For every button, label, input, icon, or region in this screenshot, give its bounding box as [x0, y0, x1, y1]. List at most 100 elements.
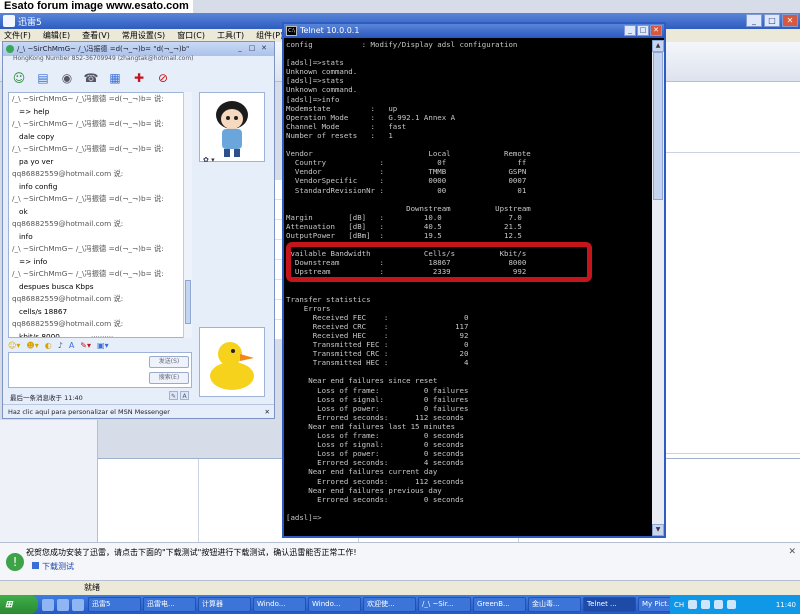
- my-avatar[interactable]: [199, 327, 265, 397]
- console-line: Number of resets : 1: [286, 130, 393, 140]
- taskbar-button[interactable]: 欢迎使...: [363, 597, 416, 612]
- minimize-icon[interactable]: _: [746, 14, 762, 27]
- console-line: Loss of power: 0 failures: [286, 403, 469, 413]
- minimize-icon[interactable]: _: [624, 25, 636, 36]
- emoticon-icon[interactable]: ☺▾: [8, 341, 20, 350]
- minimize-icon[interactable]: _: [235, 44, 245, 53]
- chat-scrollbar[interactable]: [183, 92, 192, 338]
- ie-icon[interactable]: [42, 598, 54, 611]
- antivirus-icon[interactable]: [714, 600, 724, 609]
- console-line: Unknown command.: [286, 85, 358, 95]
- tip-bar: ! 祝贺您成功安装了迅雷，请点击下面的"下载测试"按钮进行下载测试，确认迅雷能否…: [0, 542, 800, 580]
- console-line: [adsl]=>: [286, 512, 322, 522]
- console-line: Margin [dB] : 10.0 7.0: [286, 212, 522, 222]
- chat-sender: /_\ ~SirChMmG~ /_\冯振德 =d(¬_¬)b= 说:: [12, 244, 164, 253]
- telnet-titlebar[interactable]: C:\ Telnet 10.0.0.1 _ □ ✕: [284, 24, 664, 38]
- handwriting-icon[interactable]: ✎: [169, 391, 178, 400]
- console-line: Received CRC : 117: [286, 321, 469, 331]
- contact-avatar[interactable]: [199, 92, 265, 162]
- maximize-icon[interactable]: □: [637, 25, 649, 36]
- close-icon[interactable]: ✕: [782, 14, 798, 27]
- footer-close-icon[interactable]: ✕: [265, 405, 270, 419]
- send-file-icon[interactable]: ▤: [35, 70, 51, 86]
- msn-titlebar[interactable]: /_\ ~SirChMmG~ /_\冯振德 =d(¬_¬)b= "d(¬_¬)b…: [3, 42, 274, 56]
- console-scrollbar[interactable]: ▲ ▼: [652, 40, 664, 536]
- font-icon[interactable]: A: [69, 341, 74, 350]
- chat-message: despues busca Kbps: [19, 281, 94, 291]
- messenger-tray-icon[interactable]: [727, 600, 737, 609]
- avatar-options-icon[interactable]: ✿ ▾: [203, 156, 215, 164]
- text-mode-icon[interactable]: A: [180, 391, 189, 400]
- nudge-icon[interactable]: ◐: [45, 341, 52, 350]
- taskbar-button[interactable]: 迅雷电...: [143, 597, 196, 612]
- send-button[interactable]: 发送(S): [149, 356, 189, 368]
- taskbar-button[interactable]: /_\ ~Sir...: [418, 597, 471, 612]
- taskbar-button[interactable]: 金山毒...: [528, 597, 581, 612]
- console-line: Transfer statistics: [286, 294, 371, 304]
- voice-clip-icon[interactable]: ♪: [58, 341, 63, 350]
- games-icon[interactable]: ✚: [131, 70, 147, 86]
- console-line: Loss of signal: 0 failures: [286, 394, 469, 404]
- close-icon[interactable]: ✕: [259, 44, 269, 53]
- block-icon[interactable]: ⊘: [155, 70, 171, 86]
- invite-contact-icon[interactable]: ☺: [11, 70, 27, 86]
- chat-sender: /_\ ~SirChMmG~ /_\冯振德 =d(¬_¬)b= 说:: [12, 119, 164, 128]
- console-line: Modemstate : up: [286, 103, 398, 113]
- scroll-up-icon[interactable]: ▲: [652, 40, 664, 52]
- activities-icon[interactable]: ▦: [107, 70, 123, 86]
- console-line: Near end failures last 15 minutes: [286, 421, 456, 431]
- taskbar-button[interactable]: Windo...: [253, 597, 306, 612]
- start-button[interactable]: ⊞: [0, 595, 38, 614]
- voice-call-icon[interactable]: ☎: [83, 70, 99, 86]
- windows-logo-icon: ⊞: [5, 599, 13, 609]
- background-icon[interactable]: ▣▾: [97, 341, 109, 350]
- scroll-down-icon[interactable]: ▼: [652, 524, 664, 536]
- console-line: [adsl]=>stats: [286, 58, 344, 68]
- desktop-icon[interactable]: [72, 598, 84, 611]
- language-indicator[interactable]: CH: [674, 601, 684, 609]
- msn-window-title: /_\ ~SirChMmG~ /_\冯振德 =d(¬_¬)b= "d(¬_¬)b…: [17, 45, 190, 53]
- telnet-console[interactable]: config : Modify/Display adsl configurati…: [286, 40, 650, 536]
- taskbar: ⊞ 迅雷5 迅雷电... 计算器 Windo... Windo... 欢迎使.../_\ …: [0, 595, 800, 614]
- bandwidth-highlight: [286, 242, 592, 282]
- network-icon[interactable]: [688, 600, 698, 609]
- maximize-icon[interactable]: □: [764, 14, 780, 27]
- maximize-icon[interactable]: □: [247, 44, 257, 53]
- chat-sender: qq86882559@hotmail.com 说:: [12, 219, 124, 228]
- chat-sender: /_\ ~SirChMmG~ /_\冯振德 =d(¬_¬)b= 说:: [12, 194, 164, 203]
- thunder-app-icon: [3, 15, 15, 27]
- tip-close-icon[interactable]: ✕: [788, 547, 796, 557]
- msn-footer-text: Haz clic aquí para personalizar el MSN M…: [8, 408, 170, 416]
- taskbar-button[interactable]: GreenB...: [473, 597, 526, 612]
- chat-message: info: [19, 231, 33, 241]
- telnet-window-controls: _ □ ✕: [624, 25, 662, 36]
- scroll-thumb[interactable]: [653, 52, 663, 200]
- volume-icon[interactable]: [701, 600, 711, 609]
- chat-message: pa yo ver: [19, 156, 54, 166]
- taskbar-button[interactable]: 计算器: [198, 597, 251, 612]
- taskbar-button[interactable]: Windo...: [308, 597, 361, 612]
- msn-icon[interactable]: [57, 598, 69, 611]
- wink-icon[interactable]: ☻▾: [26, 341, 38, 350]
- console-line: Operation Mode : G.992.1 Annex A: [286, 112, 456, 122]
- format-toolbar: ☺▾ ☻▾ ◐ ♪ A ✎▾ ▣▾: [8, 339, 192, 351]
- taskbar-button[interactable]: 迅雷5: [88, 597, 141, 612]
- console-line: Downstream Upstream: [286, 203, 531, 213]
- download-test-link[interactable]: 下载测试: [32, 561, 74, 572]
- chat-message: => info: [19, 256, 48, 266]
- contact-subtitle: HongKong Number 852-36709949 (zhangtak@h…: [13, 55, 194, 62]
- quick-launch: [38, 598, 88, 611]
- close-icon[interactable]: ✕: [650, 25, 662, 36]
- console-line: Transmitted CRC : 20: [286, 349, 469, 359]
- scroll-thumb[interactable]: [185, 280, 191, 324]
- webcam-icon[interactable]: ◉: [59, 70, 75, 86]
- tip-text: 祝贺您成功安装了迅雷，请点击下面的"下载测试"按钮进行下载测试，确认迅雷能否正常…: [26, 548, 357, 557]
- chat-history[interactable]: /_\ ~SirChMmG~ /_\冯振德 =d(¬_¬)b= 说: => hel…: [8, 92, 192, 338]
- taskbar-button[interactable]: Telnet ...: [583, 597, 636, 612]
- pen-icon[interactable]: ✎▾: [80, 341, 91, 350]
- search-button[interactable]: 搜索(E): [149, 372, 189, 384]
- msn-footer[interactable]: Haz clic aquí para personalizar el MSN M…: [3, 404, 274, 418]
